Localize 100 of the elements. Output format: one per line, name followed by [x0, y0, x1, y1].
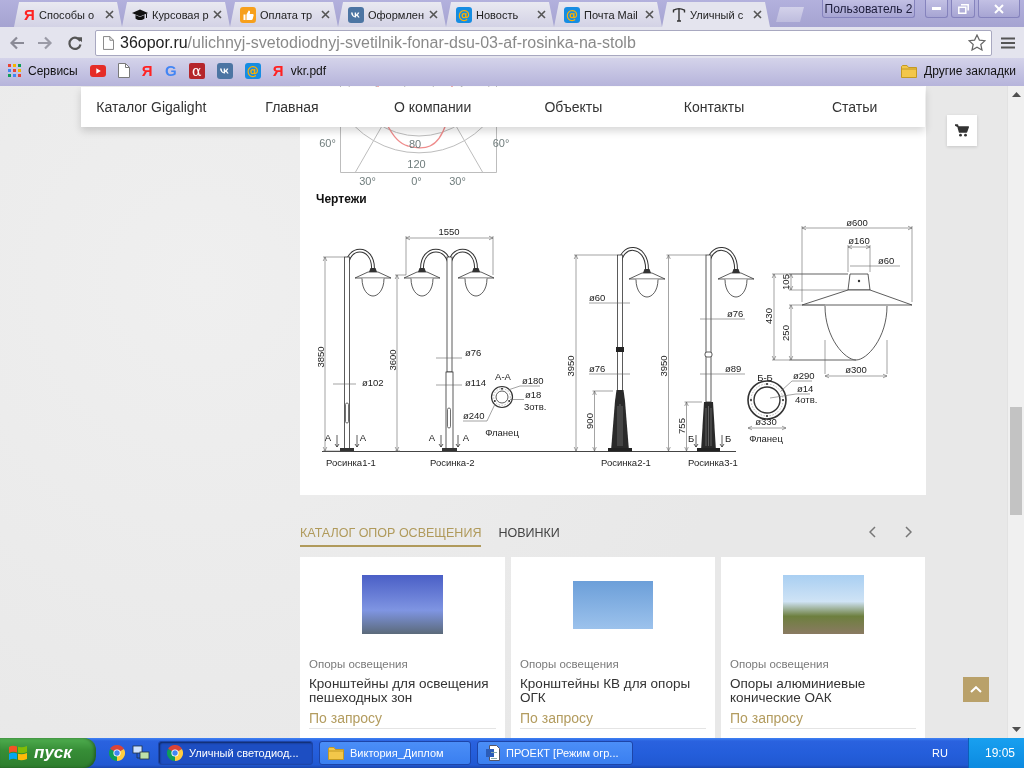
profile-button[interactable]: Пользователь 2 — [822, 0, 915, 18]
section-arrow — [438, 434, 444, 448]
leader-line — [588, 373, 631, 375]
cart-button[interactable] — [947, 115, 977, 146]
menu-icon[interactable] — [1001, 36, 1015, 49]
close-icon — [994, 3, 1004, 14]
browser-tab[interactable]: @ Новость — [446, 2, 554, 27]
dimension-label: ø60 — [589, 292, 606, 303]
flange-drawing — [490, 385, 514, 409]
taskbar-button[interactable]: Уличный светодиод... — [158, 741, 313, 765]
product-card[interactable]: Опоры освещения Кронштейны КВ для опоры ОГК По запросу — [511, 557, 715, 738]
close-icon[interactable] — [429, 10, 438, 19]
scrollbar-thumb[interactable] — [1010, 407, 1022, 515]
dimension-label: ø76 — [727, 308, 744, 319]
product-title[interactable]: Кронштейны КВ для опоры ОГК — [520, 677, 706, 704]
folder-icon — [901, 63, 918, 78]
at-sign-icon: @ — [564, 6, 580, 23]
start-button[interactable]: пуск — [0, 738, 96, 768]
section-heading: Чертежи — [316, 192, 367, 206]
cart-icon — [955, 124, 969, 137]
arrow-up-icon[interactable] — [1011, 92, 1021, 97]
taskbar-button[interactable]: ПРОЕКТ [Режим огр... — [477, 741, 633, 765]
figure-caption: Росинка2-1 — [601, 457, 651, 468]
grid-icon — [8, 64, 21, 77]
dimension-label: 3отв. — [524, 401, 547, 412]
letter-icon[interactable]: α — [188, 62, 205, 79]
browser-logo-icon[interactable] — [109, 745, 125, 761]
close-icon[interactable] — [645, 10, 654, 19]
star-icon[interactable] — [968, 34, 986, 51]
close-icon[interactable] — [213, 10, 222, 19]
dimension-label: ø160 — [848, 235, 870, 246]
section-title: Б-Б — [757, 372, 773, 383]
browser-tab[interactable]: Оплата тр — [230, 2, 338, 27]
leader-line — [462, 403, 496, 422]
leader-line — [435, 357, 463, 359]
bookmark[interactable]: Сервисы — [8, 63, 78, 78]
back-icon[interactable] — [9, 35, 25, 50]
close-icon[interactable] — [105, 10, 114, 19]
browser-tab[interactable]: Я Способы о — [14, 2, 122, 27]
dimension-label: ø60 — [878, 255, 895, 266]
close-icon[interactable] — [537, 10, 546, 19]
scrollbar-track[interactable] — [1007, 86, 1024, 738]
dimension-label: 105 — [780, 274, 791, 290]
address-field[interactable]: 36opor.ru/ulichnyj-svetodiodnyj-svetilnik-fonar-dsu-03-af-rosinka-na-stolb — [95, 29, 992, 56]
dimension-label: ø300 — [845, 364, 867, 375]
bookmark[interactable]: Я vkr.pdf — [272, 62, 327, 79]
arrow-down-icon[interactable] — [1011, 727, 1021, 732]
street-lamp-icon — [672, 7, 686, 22]
dimension-label: 3600 — [386, 349, 398, 371]
dimension-label: ø290 — [793, 370, 815, 381]
browser-tab[interactable]: Курсовая р — [122, 2, 230, 27]
reload-icon[interactable] — [67, 34, 83, 51]
dimension-label: ø76 — [589, 363, 606, 374]
dimension-label: ø14 — [797, 383, 814, 394]
page-icon — [103, 35, 114, 50]
logo-icon[interactable] — [216, 62, 233, 79]
play-icon[interactable] — [89, 64, 106, 77]
product-card[interactable]: Опоры освещения Опоры алюминиевые конические ОАК По запросу — [721, 557, 925, 738]
browser-tab[interactable]: Оформлен — [338, 2, 446, 27]
close-window-button[interactable] — [978, 0, 1020, 18]
restore-icon — [957, 3, 969, 14]
taskbar-button[interactable]: Виктория_Диплом — [319, 741, 471, 765]
close-icon[interactable] — [753, 10, 762, 19]
product-card[interactable]: Опоры освещения Кронштейны для освещения пешеходных зон По запросу — [300, 557, 505, 738]
nav-link[interactable]: Каталог Gigalight — [96, 99, 207, 115]
dimension-label: 3950 — [565, 355, 576, 377]
network-icon[interactable] — [132, 745, 150, 761]
dimension-label: 3950 — [657, 355, 669, 377]
chevron-left-icon[interactable] — [869, 526, 876, 538]
axis-label: 80 — [408, 138, 422, 150]
dimension-label: ø240 — [463, 410, 485, 421]
axis-label: 30° — [449, 175, 466, 187]
figure-caption: Росинка1-1 — [326, 457, 376, 468]
product-title[interactable]: Опоры алюминиевые конические ОАК — [730, 677, 916, 704]
browser-logo-icon — [167, 745, 183, 761]
logo-icon — [348, 6, 364, 23]
nav-link[interactable]: Объекты — [544, 99, 603, 115]
nav-link[interactable]: О компании — [394, 99, 472, 115]
browser-tab[interactable]: Уличный с — [662, 2, 770, 27]
product-price: По запросу — [309, 710, 496, 729]
close-icon[interactable] — [321, 10, 330, 19]
figure-caption: Росинка-2 — [430, 457, 475, 468]
page-icon[interactable] — [117, 63, 130, 78]
nav-link[interactable]: Статьи — [831, 99, 878, 115]
nav-link[interactable]: Главная — [265, 99, 319, 115]
product-title[interactable]: Кронштейны для освещения пешеходных зон — [309, 677, 496, 704]
minimize-button[interactable] — [925, 0, 948, 18]
section-arrow — [334, 434, 340, 448]
graduation-cap-icon — [132, 8, 148, 21]
nav-link[interactable]: Контакты — [683, 99, 745, 115]
chevron-right-icon[interactable] — [905, 526, 912, 538]
catalog-tab[interactable]: НОВИНКИ — [498, 517, 560, 547]
dimension-label: 1550 — [438, 226, 460, 237]
dimension-label: 900 — [583, 413, 595, 429]
language-indicator[interactable]: RU — [932, 747, 948, 759]
axis-label: 60° — [492, 137, 510, 149]
browser-tab[interactable]: @ Почта Mail — [554, 2, 662, 27]
bookmarks-folder[interactable]: Другие закладки — [901, 63, 1016, 78]
restore-button[interactable] — [951, 0, 975, 18]
scroll-top-button[interactable] — [963, 677, 989, 702]
